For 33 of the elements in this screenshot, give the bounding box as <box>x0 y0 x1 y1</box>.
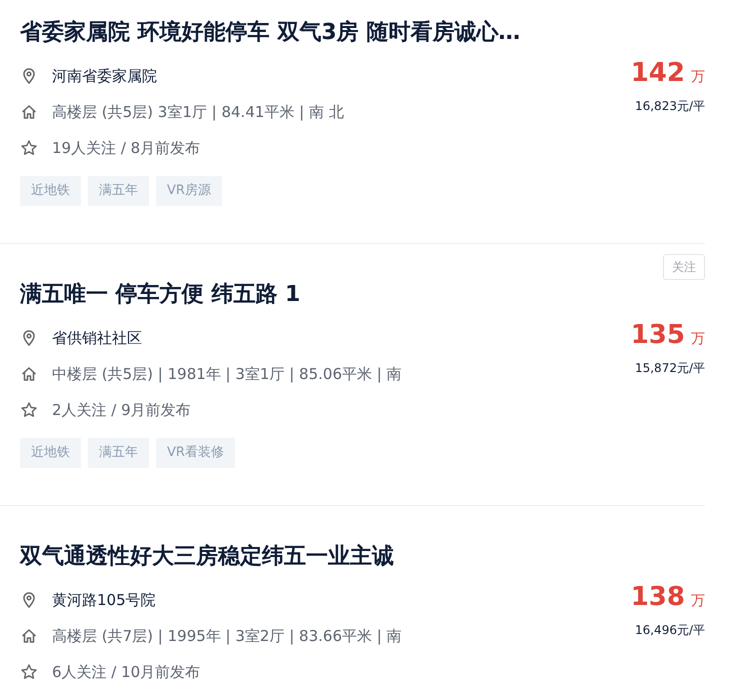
community-name[interactable]: 黄河路105号院 <box>52 590 156 610</box>
house-icon <box>20 103 38 121</box>
follow-stats: 6人关注 / 10月前发布 <box>52 662 200 682</box>
unit-price: 15,872元/平 <box>634 360 705 377</box>
price-unit: 万 <box>691 68 705 86</box>
feature-tag: 近地铁 <box>20 438 81 468</box>
feature-tag: 满五年 <box>88 438 149 468</box>
star-icon <box>20 139 38 157</box>
feature-tag: 满五年 <box>88 176 149 206</box>
total-price: 138 <box>630 582 685 612</box>
feature-tag: VR看装修 <box>156 438 235 468</box>
feature-tag: 近地铁 <box>20 176 81 206</box>
community-name[interactable]: 省供销社社区 <box>52 328 142 348</box>
total-price: 142 <box>630 58 685 88</box>
follow-stats: 19人关注 / 8月前发布 <box>52 138 200 158</box>
unit-price: 16,823元/平 <box>634 98 705 115</box>
listing-title[interactable]: 满五唯一 停车方便 纬五路 1 <box>20 280 402 310</box>
listing-title[interactable]: 双气通透性好大三房稳定纬五一业主诚 <box>20 542 402 572</box>
price-unit: 万 <box>691 592 705 610</box>
house-icon <box>20 365 38 383</box>
community-name[interactable]: 河南省委家属院 <box>52 66 157 86</box>
star-icon <box>20 401 38 419</box>
unit-price: 16,496元/平 <box>634 622 705 639</box>
price-unit: 万 <box>691 330 705 348</box>
house-icon <box>20 627 38 645</box>
house-details: 高楼层 (共5层) 3室1厅 | 84.41平米 | 南 北 <box>52 102 344 122</box>
total-price: 135 <box>630 320 685 350</box>
house-details: 中楼层 (共5层) | 1981年 | 3室1厅 | 85.06平米 | 南 <box>52 364 402 384</box>
feature-tag: VR房源 <box>156 176 222 206</box>
listing-title[interactable]: 省委家属院 环境好能停车 双气3房 随时看房诚心… <box>20 18 520 48</box>
follow-stats: 2人关注 / 9月前发布 <box>52 400 191 420</box>
star-icon <box>20 663 38 681</box>
house-details: 高楼层 (共7层) | 1995年 | 3室2厅 | 83.66平米 | 南 <box>52 626 402 646</box>
